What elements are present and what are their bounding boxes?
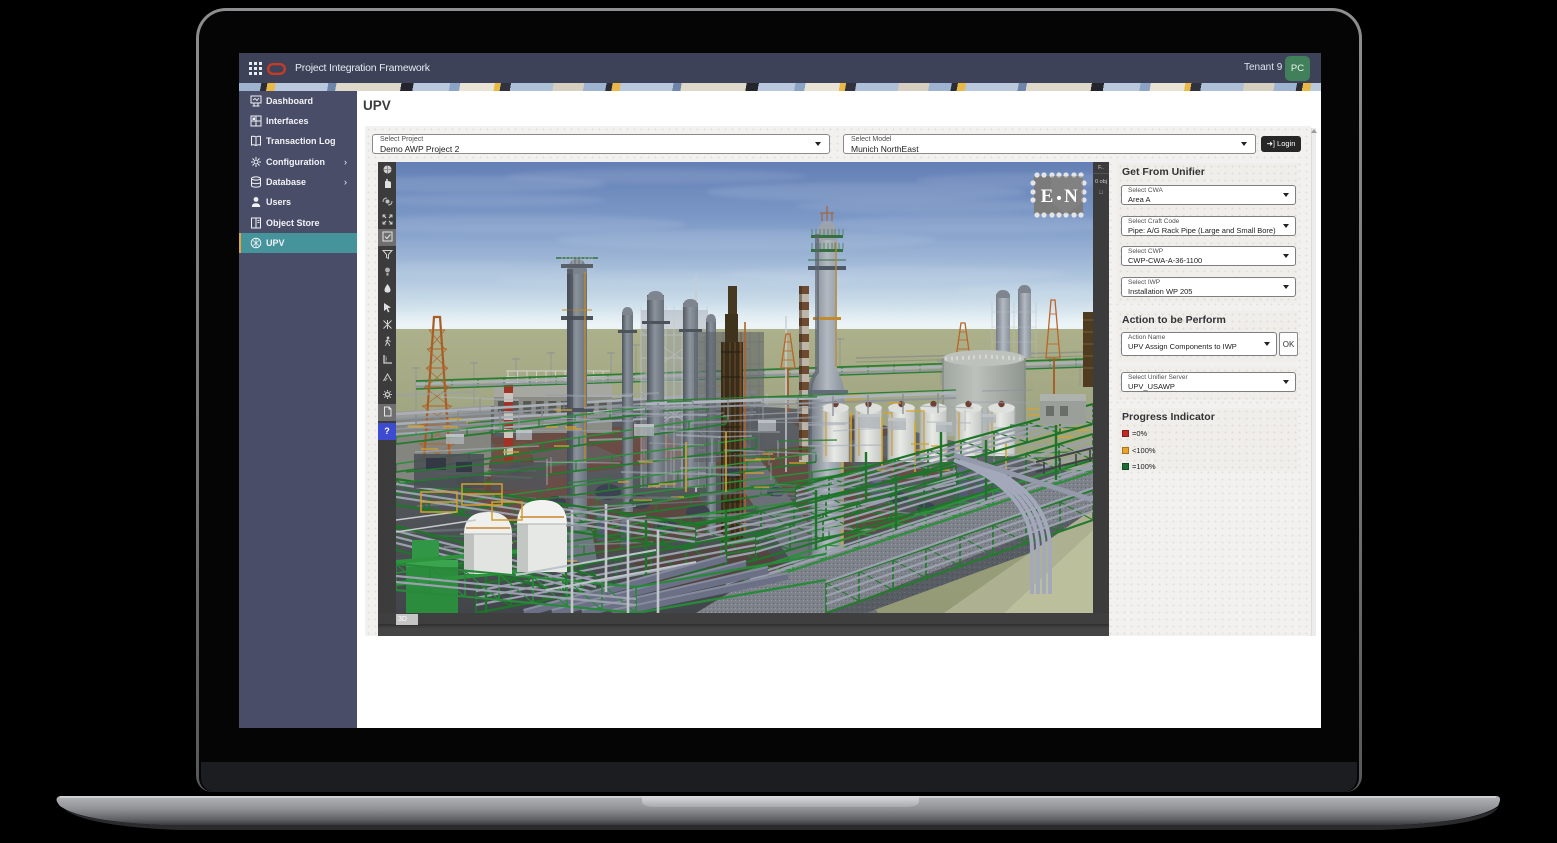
svg-text:E: E: [1041, 186, 1054, 207]
svg-text:N: N: [1064, 186, 1078, 207]
